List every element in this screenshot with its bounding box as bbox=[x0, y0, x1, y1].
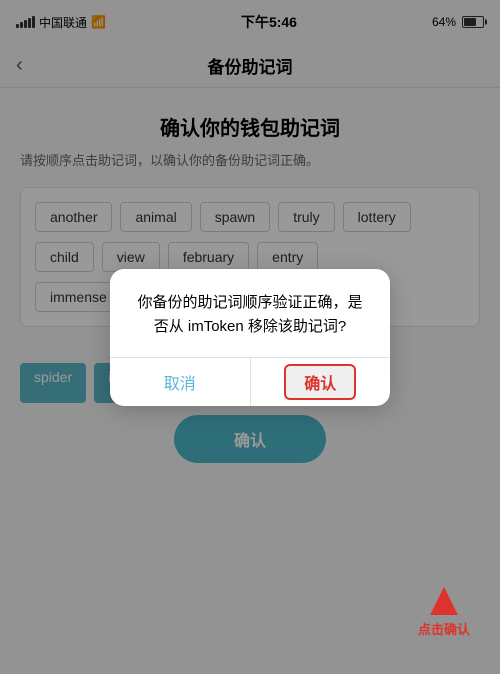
arrow-annotation: 点击确认 bbox=[418, 587, 470, 638]
dialog-confirm-wrap: 确认 bbox=[251, 358, 391, 406]
arrow-up-icon bbox=[430, 587, 458, 615]
arrow-label: 点击确认 bbox=[418, 619, 470, 638]
dialog-overlay: 你备份的助记词顺序验证正确，是否从 imToken 移除该助记词? 取消 确认 bbox=[0, 0, 500, 674]
dialog-message: 你备份的助记词顺序验证正确，是否从 imToken 移除该助记词? bbox=[134, 291, 366, 339]
dialog-cancel-button[interactable]: 取消 bbox=[110, 358, 251, 406]
dialog: 你备份的助记词顺序验证正确，是否从 imToken 移除该助记词? 取消 确认 bbox=[110, 269, 390, 406]
dialog-confirm-button[interactable]: 确认 bbox=[284, 364, 356, 400]
dialog-actions: 取消 确认 bbox=[110, 358, 390, 406]
dialog-body: 你备份的助记词顺序验证正确，是否从 imToken 移除该助记词? bbox=[110, 269, 390, 357]
